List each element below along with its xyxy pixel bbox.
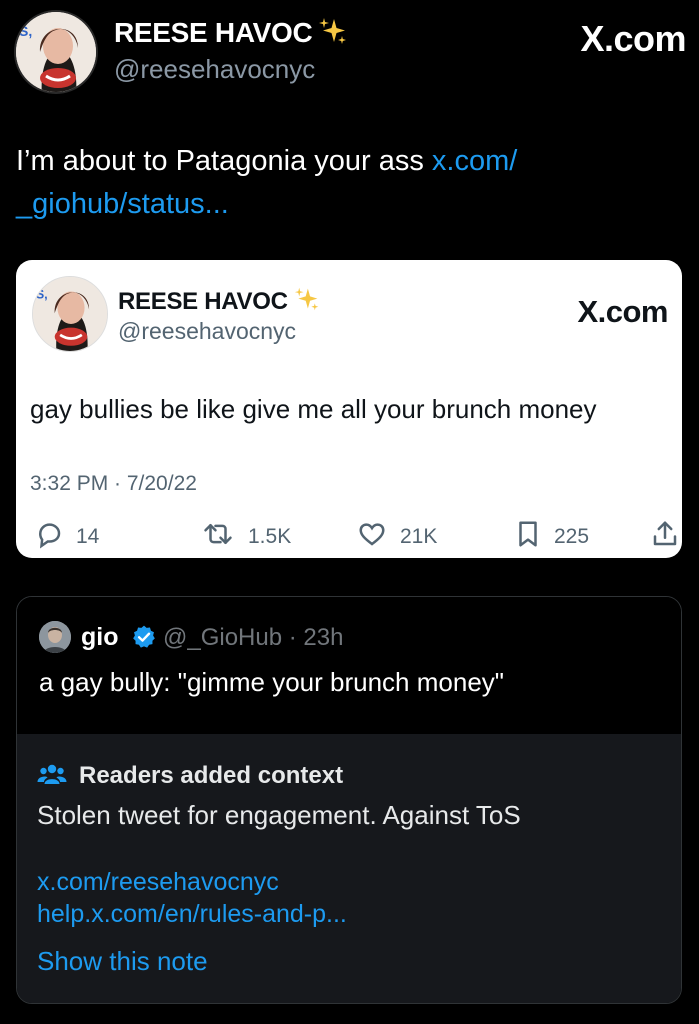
card-tweet-text: gay bullies be like give me all your bru…: [30, 394, 597, 424]
svg-text:S,: S,: [19, 23, 32, 39]
display-name[interactable]: REESE HAVOC: [114, 16, 348, 53]
retweet-button[interactable]: 1.5K: [200, 522, 291, 552]
like-button[interactable]: 21K: [356, 522, 437, 552]
sparkles-icon: [294, 286, 320, 319]
community-note-body: Stolen tweet for engagement. Against ToS: [37, 800, 521, 830]
quoted-avatar[interactable]: [39, 621, 71, 653]
like-icon: [356, 519, 400, 555]
quoted-display-name[interactable]: gio: [81, 623, 119, 652]
bookmark-button[interactable]: 225: [514, 519, 589, 555]
people-icon: [37, 763, 67, 790]
svg-text:S,: S,: [36, 288, 48, 302]
embedded-tweet-card[interactable]: S, REESE HAVOC @reesehavocnyc X.com gay …: [16, 260, 682, 558]
quoted-tweet[interactable]: gio @_GioHub · 23h a gay bully: "gimme y…: [16, 596, 682, 1004]
reply-button[interactable]: 14: [34, 522, 99, 552]
retweet-icon: [200, 519, 248, 555]
card-avatar[interactable]: S,: [32, 276, 108, 352]
verified-badge-icon: [131, 624, 157, 655]
sparkles-icon: [318, 16, 348, 53]
quoted-tweet-text: a gay bully: "gimme your brunch money": [39, 667, 505, 697]
quoted-handle-time[interactable]: @_GioHub · 23h: [163, 624, 343, 652]
community-note-header: Readers added context: [37, 762, 343, 790]
community-note-title: Readers added context: [79, 762, 344, 789]
bookmark-icon: [514, 519, 554, 555]
note-source-link-2[interactable]: help.x.com/en/rules-and-p...: [37, 900, 347, 929]
reply-icon: [34, 519, 76, 555]
xcom-watermark: X.com: [580, 18, 686, 59]
share-button[interactable]: [650, 519, 692, 555]
tweet-text: I’m about to Patagonia your ass x.com/_g…: [16, 145, 518, 220]
profile-avatar[interactable]: S,: [14, 10, 98, 94]
card-handle[interactable]: @reesehavocnyc: [118, 318, 296, 345]
quoted-tweet-body: gio @_GioHub · 23h a gay bully: "gimme y…: [17, 597, 681, 734]
card-xcom-watermark: X.com: [577, 294, 668, 329]
handle[interactable]: @reesehavocnyc: [114, 54, 315, 85]
community-note[interactable]: Readers added context Stolen tweet for e…: [17, 734, 681, 1003]
card-timestamp[interactable]: 3:32 PM · 7/20/22: [30, 472, 197, 496]
show-note-link[interactable]: Show this note: [37, 946, 208, 977]
profile-header: S, REESE HAVOC @reesehavocnyc X.com: [14, 10, 686, 94]
note-source-link-1[interactable]: x.com/reesehavocnyc: [37, 868, 279, 897]
share-icon: [650, 519, 692, 555]
card-display-name[interactable]: REESE HAVOC: [118, 286, 320, 319]
card-action-bar: 14 1.5K 21K 225: [30, 519, 680, 555]
